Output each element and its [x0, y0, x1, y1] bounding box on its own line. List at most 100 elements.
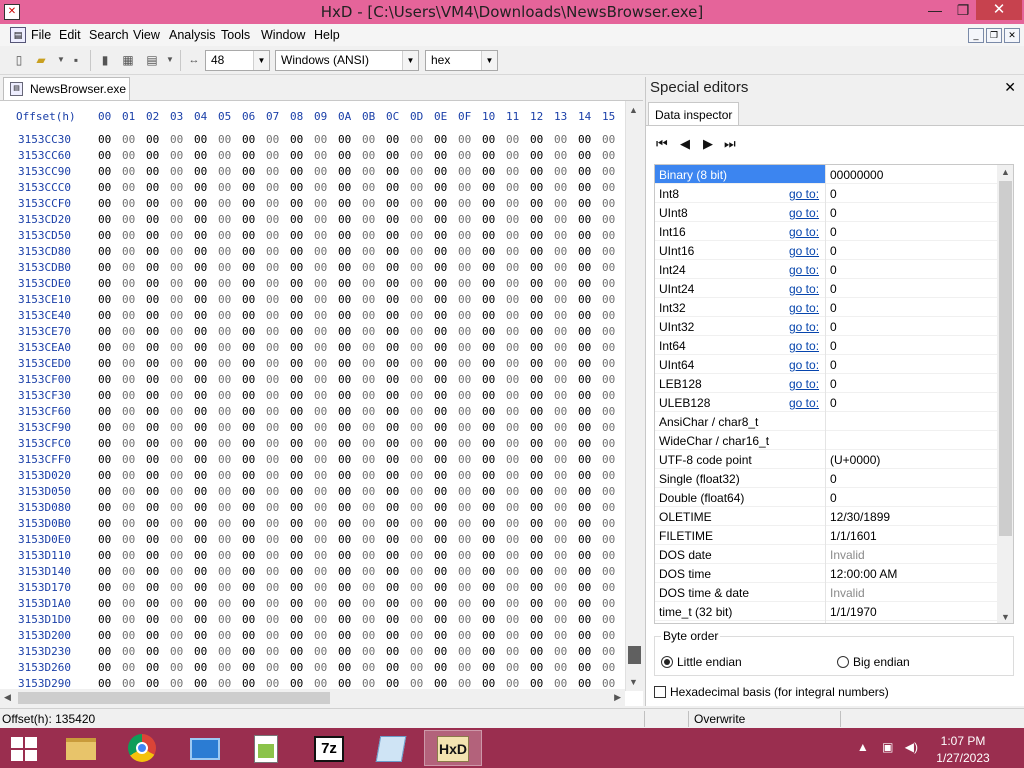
- hex-byte[interactable]: 00: [410, 341, 423, 354]
- hex-byte[interactable]: 00: [578, 197, 591, 210]
- hex-byte[interactable]: 00: [362, 213, 375, 226]
- hex-byte[interactable]: 00: [98, 597, 111, 610]
- hex-byte[interactable]: 00: [506, 373, 519, 386]
- hex-byte[interactable]: 00: [530, 373, 543, 386]
- hex-byte[interactable]: 00: [290, 405, 303, 418]
- hex-byte[interactable]: 00: [338, 597, 351, 610]
- hex-byte[interactable]: 00: [98, 565, 111, 578]
- hex-byte[interactable]: 00: [434, 565, 447, 578]
- hex-byte[interactable]: 00: [386, 549, 399, 562]
- hex-byte[interactable]: 00: [314, 325, 327, 338]
- menu-analysis[interactable]: Analysis: [169, 28, 216, 42]
- scroll-thumb[interactable]: [18, 692, 330, 704]
- hex-row[interactable]: 3153D1D0 00 00 00 00 00 00 00 00 00 00 00 00 00 00 00 00…: [0, 611, 625, 627]
- hex-byte[interactable]: 00: [578, 421, 591, 434]
- hex-byte[interactable]: 00: [386, 469, 399, 482]
- goto-link[interactable]: go to:: [789, 244, 819, 258]
- hex-byte[interactable]: 00: [170, 309, 183, 322]
- hex-byte[interactable]: 00: [434, 485, 447, 498]
- hex-byte[interactable]: 00: [194, 229, 207, 242]
- hex-byte[interactable]: 00: [194, 181, 207, 194]
- hex-byte[interactable]: 00: [122, 453, 135, 466]
- hex-byte[interactable]: 00: [290, 597, 303, 610]
- hex-byte[interactable]: 00: [530, 181, 543, 194]
- hex-byte[interactable]: 00: [218, 309, 231, 322]
- hex-byte[interactable]: 00: [170, 597, 183, 610]
- hex-byte[interactable]: 00: [194, 629, 207, 642]
- hex-byte[interactable]: 00: [314, 645, 327, 658]
- hex-byte[interactable]: 00: [218, 405, 231, 418]
- hex-byte[interactable]: 00: [530, 565, 543, 578]
- hex-byte[interactable]: 00: [290, 277, 303, 290]
- hex-byte[interactable]: 00: [98, 373, 111, 386]
- goto-link[interactable]: go to:: [789, 187, 819, 201]
- hex-byte[interactable]: 00: [578, 229, 591, 242]
- hex-byte[interactable]: 00: [170, 373, 183, 386]
- hex-byte[interactable]: 00: [578, 277, 591, 290]
- hex-byte[interactable]: 00: [482, 181, 495, 194]
- hex-byte[interactable]: 00: [554, 533, 567, 546]
- hex-byte[interactable]: 00: [362, 501, 375, 514]
- hex-byte[interactable]: 00: [554, 341, 567, 354]
- hex-byte[interactable]: 00: [386, 661, 399, 674]
- hex-byte[interactable]: 00: [386, 373, 399, 386]
- hex-byte[interactable]: 00: [338, 469, 351, 482]
- hex-byte[interactable]: 00: [290, 245, 303, 258]
- hex-byte[interactable]: 00: [482, 549, 495, 562]
- inspector-value[interactable]: 0: [830, 282, 837, 296]
- hex-byte[interactable]: 00: [242, 325, 255, 338]
- hex-byte[interactable]: 00: [506, 645, 519, 658]
- hex-byte[interactable]: 00: [602, 549, 615, 562]
- hex-byte[interactable]: 00: [146, 517, 159, 530]
- hex-byte[interactable]: 00: [338, 165, 351, 178]
- hex-byte[interactable]: 00: [410, 213, 423, 226]
- hex-byte[interactable]: 00: [530, 501, 543, 514]
- hex-byte[interactable]: 00: [338, 421, 351, 434]
- hex-byte[interactable]: 00: [458, 293, 471, 306]
- hex-byte[interactable]: 00: [98, 613, 111, 626]
- hex-byte[interactable]: 00: [266, 149, 279, 162]
- hex-byte[interactable]: 00: [338, 389, 351, 402]
- hex-byte[interactable]: 00: [314, 149, 327, 162]
- hex-byte[interactable]: 00: [602, 485, 615, 498]
- hex-byte[interactable]: 00: [410, 197, 423, 210]
- hex-byte[interactable]: 00: [578, 325, 591, 338]
- hex-byte[interactable]: 00: [194, 405, 207, 418]
- hex-byte[interactable]: 00: [554, 517, 567, 530]
- hex-byte[interactable]: 00: [458, 421, 471, 434]
- hex-byte[interactable]: 00: [218, 261, 231, 274]
- inspector-value[interactable]: 0: [830, 358, 837, 372]
- inspector-row[interactable]: WideChar / char16_t: [655, 431, 997, 450]
- hex-byte[interactable]: 00: [578, 469, 591, 482]
- hex-byte[interactable]: 00: [290, 133, 303, 146]
- hex-byte[interactable]: 00: [410, 565, 423, 578]
- hex-byte[interactable]: 00: [386, 341, 399, 354]
- hex-byte[interactable]: 00: [506, 181, 519, 194]
- hex-byte[interactable]: 00: [242, 357, 255, 370]
- hex-byte[interactable]: 00: [362, 453, 375, 466]
- hex-byte[interactable]: 00: [506, 565, 519, 578]
- hex-byte[interactable]: 00: [218, 421, 231, 434]
- hex-byte[interactable]: 00: [242, 277, 255, 290]
- hex-byte[interactable]: 00: [242, 181, 255, 194]
- hex-byte[interactable]: 00: [578, 485, 591, 498]
- hex-byte[interactable]: 00: [122, 485, 135, 498]
- hex-byte[interactable]: 00: [362, 597, 375, 610]
- hex-byte[interactable]: 00: [122, 309, 135, 322]
- hex-byte[interactable]: 00: [362, 181, 375, 194]
- hex-byte[interactable]: 00: [290, 421, 303, 434]
- menu-edit[interactable]: Edit: [59, 28, 81, 42]
- inspector-value[interactable]: 0: [830, 472, 837, 486]
- hex-byte[interactable]: 00: [362, 469, 375, 482]
- hex-row[interactable]: 3153CF30 00 00 00 00 00 00 00 00 00 00 00 00 00 00 00 00…: [0, 387, 625, 403]
- hex-byte[interactable]: 00: [194, 613, 207, 626]
- hex-byte[interactable]: 00: [146, 197, 159, 210]
- hex-byte[interactable]: 00: [242, 261, 255, 274]
- hex-byte[interactable]: 00: [482, 421, 495, 434]
- hex-byte[interactable]: 00: [242, 293, 255, 306]
- hex-byte[interactable]: 00: [194, 533, 207, 546]
- hex-byte[interactable]: 00: [506, 629, 519, 642]
- hex-byte[interactable]: 00: [122, 373, 135, 386]
- inspector-row[interactable]: Int8 go to: 0: [655, 184, 997, 203]
- hex-byte[interactable]: 00: [506, 613, 519, 626]
